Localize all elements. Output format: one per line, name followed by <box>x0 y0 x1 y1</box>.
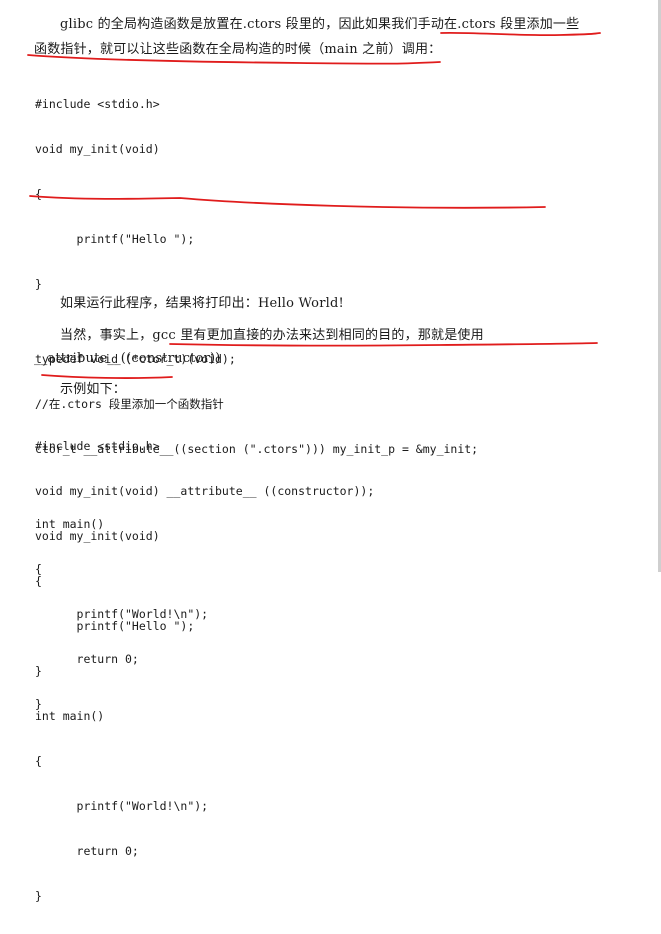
paragraph-line: __attribute__((constructor)) <box>34 351 221 366</box>
code-line: #include <stdio.h> <box>35 97 160 111</box>
code-line: { <box>35 574 42 588</box>
book-page: glibc 的全局构造函数是放置在.ctors 段里的，因此如果我们手动在.ct… <box>0 0 661 903</box>
code-line: void my_init(void) __attribute__ ((const… <box>35 484 375 498</box>
paragraph-line: glibc 的全局构造函数是放置在.ctors 段里的，因此如果我们手动在.ct… <box>60 17 580 32</box>
code-line: #include <stdio.h> <box>35 439 160 453</box>
code-line: { <box>35 187 42 201</box>
code-line: void my_init(void) <box>35 142 160 156</box>
code-line: } <box>35 664 42 678</box>
code-line: int main() <box>35 709 105 723</box>
code-line: } <box>35 889 42 903</box>
code-line: void my_init(void) <box>35 529 160 543</box>
code-line: printf("World!\n"); <box>35 799 209 813</box>
code-block: #include <stdio.h> void my_init(void) __… <box>35 409 374 934</box>
code-line: printf("Hello "); <box>35 232 195 246</box>
code-line: printf("Hello "); <box>35 619 195 633</box>
code-line: } <box>35 277 42 291</box>
paragraph-line: 函数指针，就可以让这些函数在全局构造的时候（main 之前）调用： <box>34 42 442 57</box>
paragraph-line: 示例如下： <box>60 382 127 397</box>
paragraph-line: 如果运行此程序，结果将打印出：Hello World! <box>60 296 344 311</box>
code-line: { <box>35 754 42 768</box>
code-line: return 0; <box>35 844 139 858</box>
paragraph-line: 当然，事实上，gcc 里有更加直接的办法来达到相同的目的，那就是使用 <box>60 328 484 343</box>
